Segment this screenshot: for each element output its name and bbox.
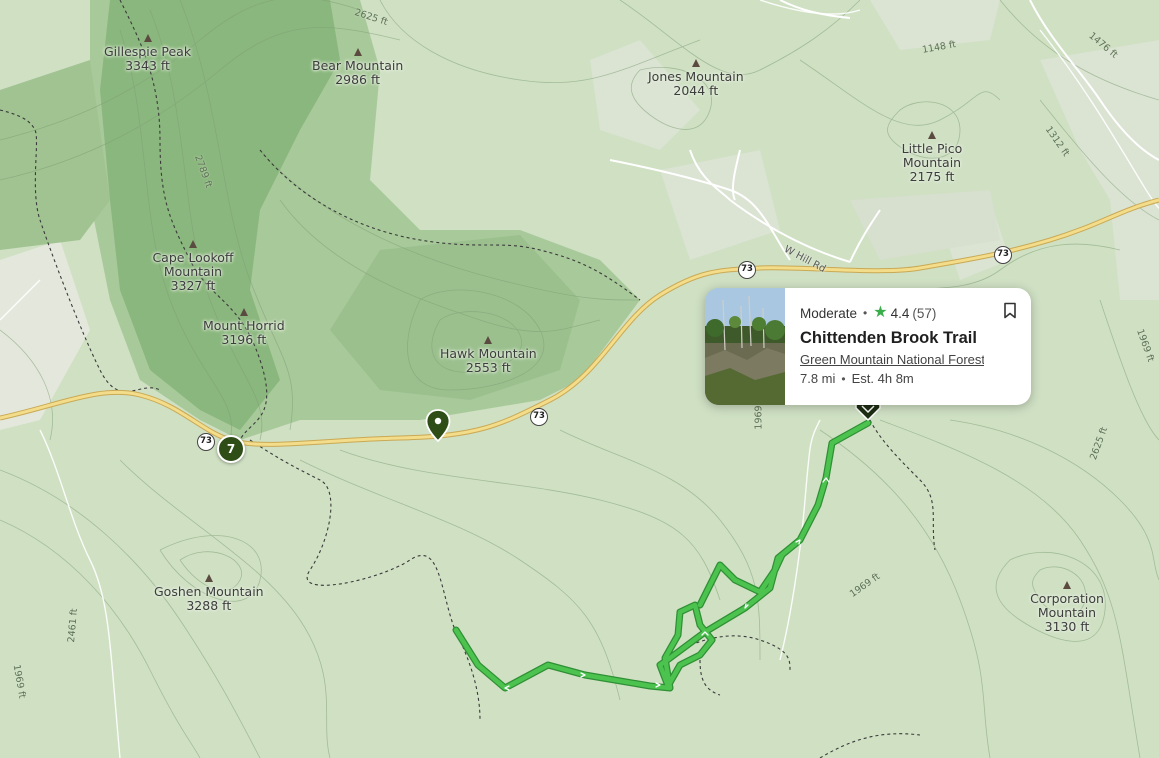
peak-hawk-mountain[interactable]: Hawk Mountain 2553 ft <box>440 336 537 375</box>
rating-value: 4.4 <box>890 305 910 321</box>
peak-triangle-icon <box>143 34 152 42</box>
route-shield-73: 73 <box>197 433 215 451</box>
peak-corporation-mountain[interactable]: Corporation Mountain 3130 ft <box>1028 581 1106 634</box>
review-count: (57) <box>912 305 937 321</box>
peak-bear-mountain[interactable]: Bear Mountain 2986 ft <box>312 48 403 87</box>
peak-little-pico[interactable]: Little Pico Mountain 2175 ft <box>898 131 966 184</box>
trail-stats-row: 7.8 mi • Est. 4h 8m <box>800 371 1019 386</box>
peak-triangle-icon <box>189 240 197 248</box>
trail-length: 7.8 mi <box>800 371 836 386</box>
trail-cluster-marker[interactable]: 7 <box>217 435 245 463</box>
map-pin-icon[interactable] <box>425 409 451 443</box>
peak-cape-lookoff[interactable]: Cape Lookoff Mountain 3327 ft <box>148 240 238 293</box>
peak-triangle-icon <box>204 574 213 582</box>
dense-forest-area <box>0 60 110 250</box>
trail-photo <box>705 288 785 405</box>
bookmark-icon[interactable] <box>1003 302 1017 319</box>
peak-mount-horrid[interactable]: Mount Horrid 3196 ft <box>203 308 285 347</box>
trail-name[interactable]: Chittenden Brook Trail <box>800 329 1019 348</box>
separator-dot: • <box>841 371 846 386</box>
peak-triangle-icon <box>928 131 936 139</box>
peak-triangle-icon <box>1063 581 1071 589</box>
peak-triangle-icon <box>691 59 700 67</box>
route-shield-73: 73 <box>530 408 548 426</box>
star-icon: ★ <box>873 304 888 321</box>
peak-jones-mountain[interactable]: Jones Mountain 2044 ft <box>648 59 744 98</box>
trail-info-card[interactable]: Moderate • ★ 4.4 (57) Chittenden Brook T… <box>705 288 1031 405</box>
trail-meta-row: Moderate • ★ 4.4 (57) <box>800 304 1019 322</box>
peak-triangle-icon <box>353 48 362 56</box>
park-link[interactable]: Green Mountain National Forest <box>800 352 984 367</box>
route-shield-73: 73 <box>738 261 756 279</box>
separator-dot: • <box>863 306 868 320</box>
trail-estimate: Est. 4h 8m <box>851 371 914 386</box>
peak-triangle-icon <box>239 308 248 316</box>
peak-gillespie[interactable]: Gillespie Peak 3343 ft <box>104 34 191 73</box>
trail-card-body: Moderate • ★ 4.4 (57) Chittenden Brook T… <box>800 304 1019 387</box>
difficulty-label: Moderate <box>800 305 858 321</box>
contour-label: 1969 <box>753 405 765 430</box>
peak-goshen-mountain[interactable]: Goshen Mountain 3288 ft <box>154 574 264 613</box>
route-shield-73: 73 <box>994 246 1012 264</box>
peak-triangle-icon <box>484 336 493 344</box>
